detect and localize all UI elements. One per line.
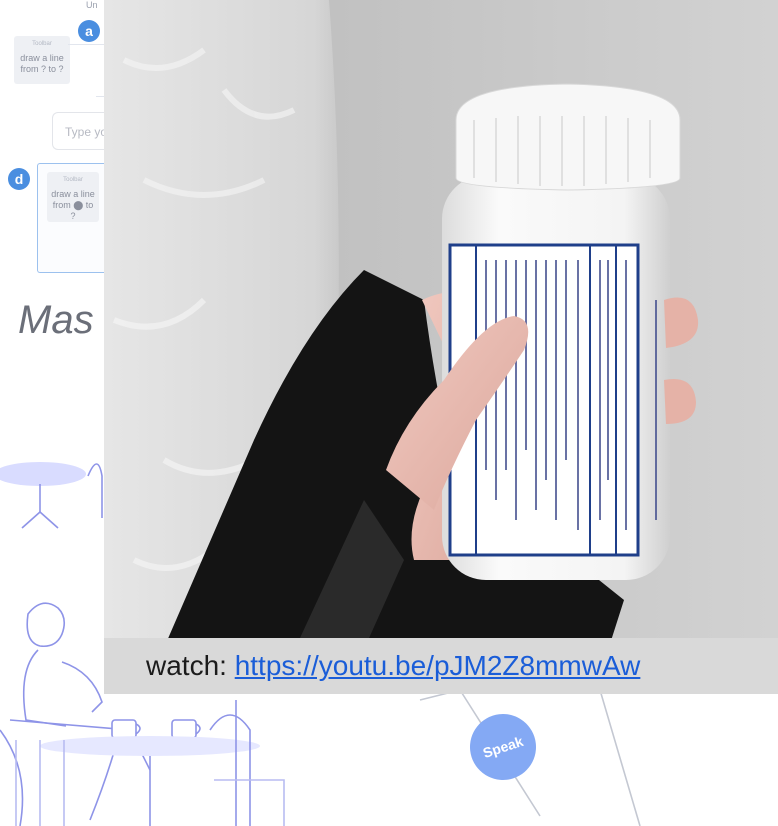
badge-d: d (8, 168, 30, 190)
toolbar-card-d-caption: Toolbar (63, 177, 83, 183)
video-still (104, 0, 778, 694)
toolbar-card-a-caption: Toolbar (32, 41, 52, 47)
toolbar-card-d-text: draw a line from ⬤ to ? (51, 189, 95, 221)
caption-prefix: watch: (146, 650, 235, 681)
message-input[interactable]: Type you (52, 112, 112, 150)
toolbar-card-a-text: draw a line from ? to ? (20, 53, 64, 74)
toolbar-card-d: Toolbar draw a line from ⬤ to ? (47, 172, 99, 222)
connector-line (68, 44, 104, 45)
undo-label[interactable]: Un (86, 0, 98, 10)
video-link[interactable]: https://youtu.be/pJM2Z8mmwAw (235, 650, 641, 681)
badge-a: a (78, 20, 100, 42)
video-frame[interactable]: watch: https://youtu.be/pJM2Z8mmwAw (104, 0, 778, 694)
video-caption-bar: watch: https://youtu.be/pJM2Z8mmwAw (104, 638, 778, 694)
toolbar-card-a: Toolbar draw a line from ? to ? (14, 36, 70, 84)
slide-heading: Mas (18, 298, 94, 342)
connector-line (96, 96, 104, 97)
